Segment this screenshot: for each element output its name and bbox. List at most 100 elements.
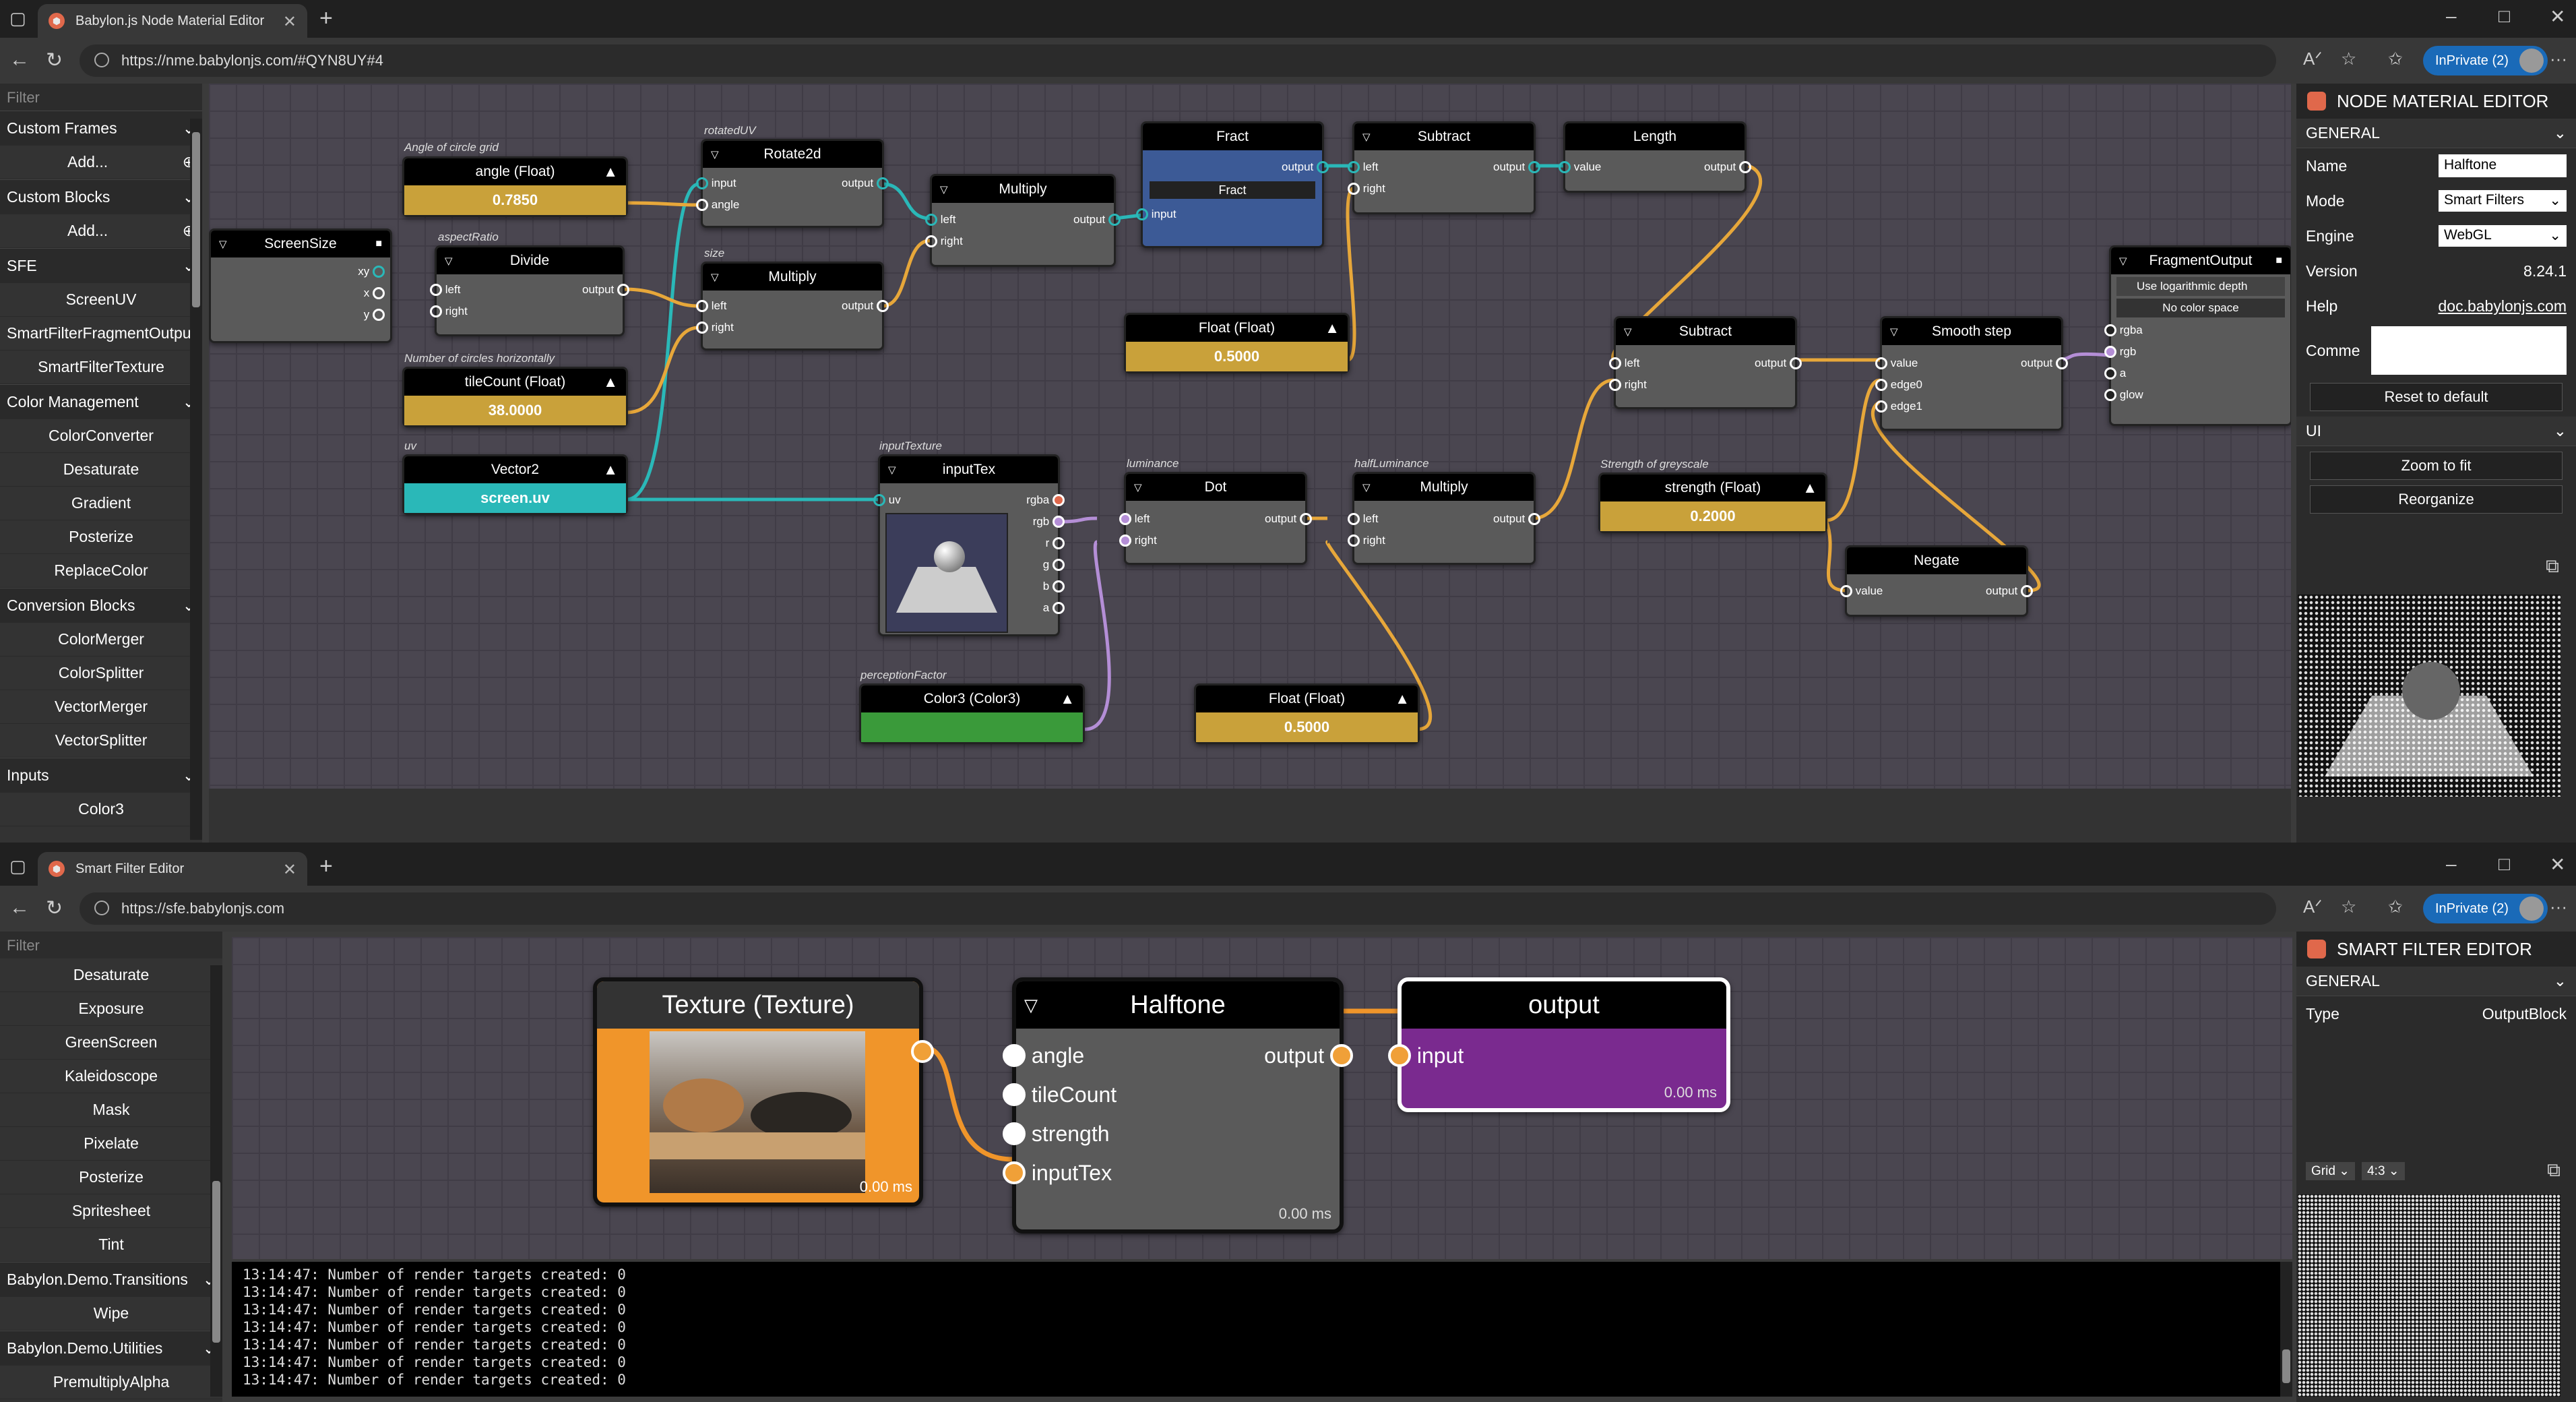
port-output[interactable]: output [1073, 212, 1121, 227]
category-header[interactable]: Custom Frames ⌄ [0, 111, 202, 146]
refresh-icon[interactable]: ↻ [46, 896, 63, 920]
palette-item[interactable]: Gradient [0, 487, 202, 520]
comment-textarea[interactable] [2371, 326, 2567, 375]
back-icon[interactable]: ← [9, 49, 30, 71]
reset-button[interactable]: Reset to default [2310, 383, 2563, 411]
port-angle[interactable]: angle [1003, 1042, 1084, 1069]
port-output[interactable]: output [2021, 356, 2068, 371]
zoom-to-fit-button[interactable]: Zoom to fit [2310, 452, 2563, 480]
ratio-select[interactable]: 4:3 ⌄ [2362, 1162, 2405, 1180]
port-xy[interactable]: xy [358, 264, 385, 279]
port-value[interactable]: value [1840, 584, 1883, 599]
palette-item[interactable]: Posterize [0, 1161, 222, 1194]
node-fract[interactable]: Fract output Fract input [1136, 121, 1329, 248]
category-header[interactable]: SFE ⌄ [0, 248, 202, 283]
port-right[interactable]: right [1609, 377, 1647, 392]
section-ui[interactable]: UI ⌄ [2296, 417, 2576, 446]
port-output[interactable]: output [1704, 160, 1751, 175]
port-right[interactable]: right [925, 234, 963, 249]
add-item-button[interactable]: Add... ⊕ [0, 214, 202, 248]
sfe-node-halftone[interactable]: ▽ Halftone angle tileCount strength input… [1003, 977, 1353, 1233]
palette-item[interactable]: Spritesheet [0, 1194, 222, 1228]
node-angle-float[interactable]: angle (Float) ▲ 0.7850 [402, 156, 628, 217]
palette-item[interactable]: Kaleidoscope [0, 1060, 222, 1093]
refresh-icon[interactable]: ↻ [46, 49, 63, 72]
port-input[interactable]: input [1388, 1042, 1464, 1069]
popout-icon[interactable]: ⧉ [2546, 555, 2559, 578]
float-value[interactable]: 0.2000 [1600, 501, 1825, 531]
read-aloud-icon[interactable]: Aᐟ [2303, 49, 2322, 69]
port-r[interactable]: r [1046, 536, 1065, 551]
node-multiply-size[interactable]: ▽ Multiply left right output [696, 262, 889, 350]
port-strength[interactable]: strength [1003, 1120, 1110, 1147]
port-value[interactable]: value [1875, 356, 1918, 371]
port-a[interactable]: a [2104, 366, 2126, 381]
section-general[interactable]: GENERAL ⌄ [2296, 119, 2576, 148]
port-output[interactable]: output [1755, 356, 1802, 371]
port-value[interactable]: value [1559, 160, 1601, 175]
port-output[interactable]: output [1264, 1042, 1353, 1069]
palette-item[interactable]: Tint [0, 1228, 222, 1262]
new-tab-icon[interactable]: + [319, 853, 333, 880]
engine-select[interactable]: WebGL ⌄ [2439, 225, 2567, 247]
section-general[interactable]: GENERAL ⌄ [2296, 967, 2576, 996]
grid-select[interactable]: Grid ⌄ [2306, 1162, 2356, 1180]
port-b[interactable]: b [1043, 579, 1065, 594]
category-header[interactable]: Inputs ⌄ [0, 758, 202, 793]
port-left[interactable]: left [430, 282, 460, 297]
port-rgb[interactable]: rgb [2104, 344, 2136, 359]
minimize-icon[interactable]: – [2446, 5, 2457, 27]
palette-item[interactable]: Pixelate [0, 1127, 222, 1161]
palette-item[interactable]: SmartFilterFragmentOutput [0, 317, 202, 350]
close-window-icon[interactable]: ✕ [2550, 853, 2565, 876]
palette-item[interactable]: Desaturate [0, 958, 222, 992]
port-right[interactable]: right [1348, 181, 1385, 196]
node-fragment-output[interactable]: ▽ FragmentOutput ■ Use logarithmic depth N… [2104, 245, 2291, 426]
maximize-icon[interactable]: □ [2499, 5, 2510, 27]
close-tab-icon[interactable]: ✕ [283, 12, 296, 32]
palette-scrollbar[interactable] [190, 119, 202, 840]
more-menu-icon[interactable]: ··· [2550, 896, 2567, 917]
port-output[interactable]: output [582, 282, 629, 297]
name-input[interactable]: Halftone [2439, 154, 2567, 177]
node-subtract[interactable]: ▽ Subtract left right output [1348, 121, 1540, 214]
node-length[interactable]: Length value output [1559, 121, 1751, 193]
palette-item[interactable]: VectorMerger [0, 690, 202, 724]
port-left[interactable]: left [1609, 356, 1639, 371]
category-header[interactable]: Color Management ⌄ [0, 384, 202, 419]
color-swatch[interactable] [861, 712, 1083, 742]
port-left[interactable]: left [925, 212, 955, 227]
palette-item[interactable]: Posterize [0, 520, 202, 554]
node-negate[interactable]: Negate value output [1840, 545, 2033, 617]
port-output[interactable]: output [1265, 512, 1312, 526]
palette-item[interactable]: ColorSplitter [0, 657, 202, 690]
port-output[interactable]: output [842, 176, 889, 191]
log-scrollbar[interactable] [2280, 1262, 2292, 1397]
collapse-icon[interactable]: ▽ [219, 238, 227, 250]
close-tab-icon[interactable]: ✕ [283, 860, 296, 880]
sidebar-toggle-icon[interactable]: ▢ [9, 856, 26, 877]
port-tilecount[interactable]: tileCount [1003, 1081, 1117, 1108]
url-field[interactable]: https://sfe.babylonjs.com [80, 892, 2276, 925]
add-item-button[interactable]: Add... ⊕ [0, 146, 202, 179]
port-left[interactable]: left [1348, 160, 1378, 175]
port-rgba[interactable]: rgba [1026, 493, 1065, 508]
read-aloud-icon[interactable]: Aᐟ [2303, 896, 2322, 917]
close-window-icon[interactable]: ✕ [2550, 5, 2565, 28]
port-y[interactable]: y [364, 307, 385, 322]
palette-scrollbar[interactable] [210, 965, 222, 1397]
palette-item[interactable]: Mask [0, 1093, 222, 1127]
node-vector2[interactable]: Vector2 ▲ screen.uv [402, 454, 628, 515]
palette-item[interactable]: GreenScreen [0, 1026, 222, 1060]
port-left[interactable]: left [1119, 512, 1150, 526]
port-right[interactable]: right [1119, 533, 1157, 548]
port-edge0[interactable]: edge0 [1875, 377, 1922, 392]
back-icon[interactable]: ← [9, 896, 30, 919]
popout-icon[interactable]: ⧉ [2547, 1159, 2561, 1182]
port-uv[interactable]: uv [873, 493, 901, 508]
palette-item[interactable]: ReplaceColor [0, 554, 202, 588]
node-multiply-halflum[interactable]: ▽ Multiply left right output [1348, 472, 1540, 565]
port-edge1[interactable]: edge1 [1875, 399, 1922, 414]
port-output[interactable]: output [1493, 160, 1540, 175]
node-color3[interactable]: Color3 (Color3) ▲ [859, 683, 1085, 744]
